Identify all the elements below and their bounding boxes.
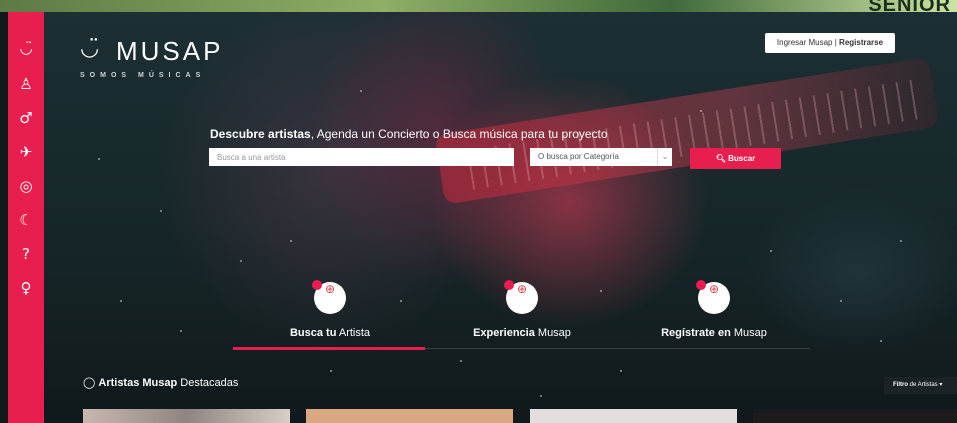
plane-icon[interactable]: ✈ (8, 142, 44, 162)
circle-icon: ◯ (83, 377, 96, 389)
musap-logo-icon: ◡̈ (80, 36, 100, 61)
artist-card[interactable] (753, 409, 957, 423)
notification-badge (696, 280, 706, 290)
smile-logo-icon[interactable]: ◡̈ (8, 38, 44, 58)
search-heading: Descubre artistas, Agenda un Concierto o… (210, 127, 608, 141)
feature-label-bold: Busca tu (289, 327, 337, 339)
chevron-down-icon: ⌄ (657, 148, 672, 166)
chevron-down-icon: ▾ (939, 382, 943, 388)
question-icon[interactable]: ? (8, 244, 44, 264)
artist-search-input[interactable] (209, 148, 514, 166)
feature-label-rest: Musap (534, 327, 571, 339)
feature-label-rest: Musap (730, 327, 767, 339)
banner-text: SENIOR (868, 0, 951, 12)
login-link[interactable]: Ingresar Musap (777, 38, 833, 47)
feature-label: Regístrate en Musap (634, 327, 794, 339)
search-heading-bold: Descubre artistas (210, 127, 311, 141)
section-title-bold: Artistas Musap (98, 377, 178, 389)
artist-filter-dropdown[interactable]: Filtro de Artistas ▾ (884, 377, 957, 394)
feature-label-bold: Experiencia (473, 327, 535, 339)
search-button[interactable]: 🔍︎ Buscar (690, 148, 781, 169)
people-icon[interactable]: ♙ (8, 74, 44, 94)
instagram-icon[interactable]: ◎ (8, 176, 44, 196)
artist-card[interactable] (530, 409, 737, 423)
moon-icon[interactable]: ☾ (8, 210, 44, 230)
auth-box: Ingresar Musap | Registrarse (765, 33, 895, 53)
active-tab-indicator (233, 347, 425, 350)
feature-label-rest: Artista (336, 327, 371, 339)
background-banner-strip: SENIOR (0, 0, 957, 12)
notification-badge (504, 280, 514, 290)
feature-label-bold: Regístrate en (661, 327, 731, 339)
artist-card[interactable] (83, 409, 290, 423)
featured-section-title: ◯ Artistas Musap Destacadas (83, 376, 238, 389)
sidebar: ◡̈ ♙ ♂ ✈ ◎ ☾ ? ♀ (8, 12, 44, 423)
logo-tagline: SOMOS MÚSICAS (80, 72, 206, 79)
notification-badge (312, 280, 322, 290)
filter-label-bold: Filtro (893, 382, 908, 388)
register-link[interactable]: Registrarse (839, 38, 883, 47)
search-button-label: Buscar (728, 154, 756, 163)
male-icon[interactable]: ♂ (8, 108, 44, 128)
logo-name: MUSAP (116, 36, 224, 66)
filter-label-rest: de Artistas (908, 382, 938, 388)
feature-label: Busca tu Artista (250, 327, 410, 339)
search-icon: 🔍︎ (715, 154, 726, 163)
section-title-rest: Destacadas (177, 377, 239, 389)
search-heading-rest: , Agenda un Concierto o Busca música par… (310, 127, 608, 141)
category-select[interactable]: O busca por Categoría ⌄ (530, 148, 672, 166)
artist-card[interactable] (306, 409, 513, 423)
female-icon[interactable]: ♀ (8, 278, 44, 298)
feature-label: Experiencia Musap (442, 327, 602, 339)
category-select-label: O busca por Categoría (538, 152, 619, 161)
